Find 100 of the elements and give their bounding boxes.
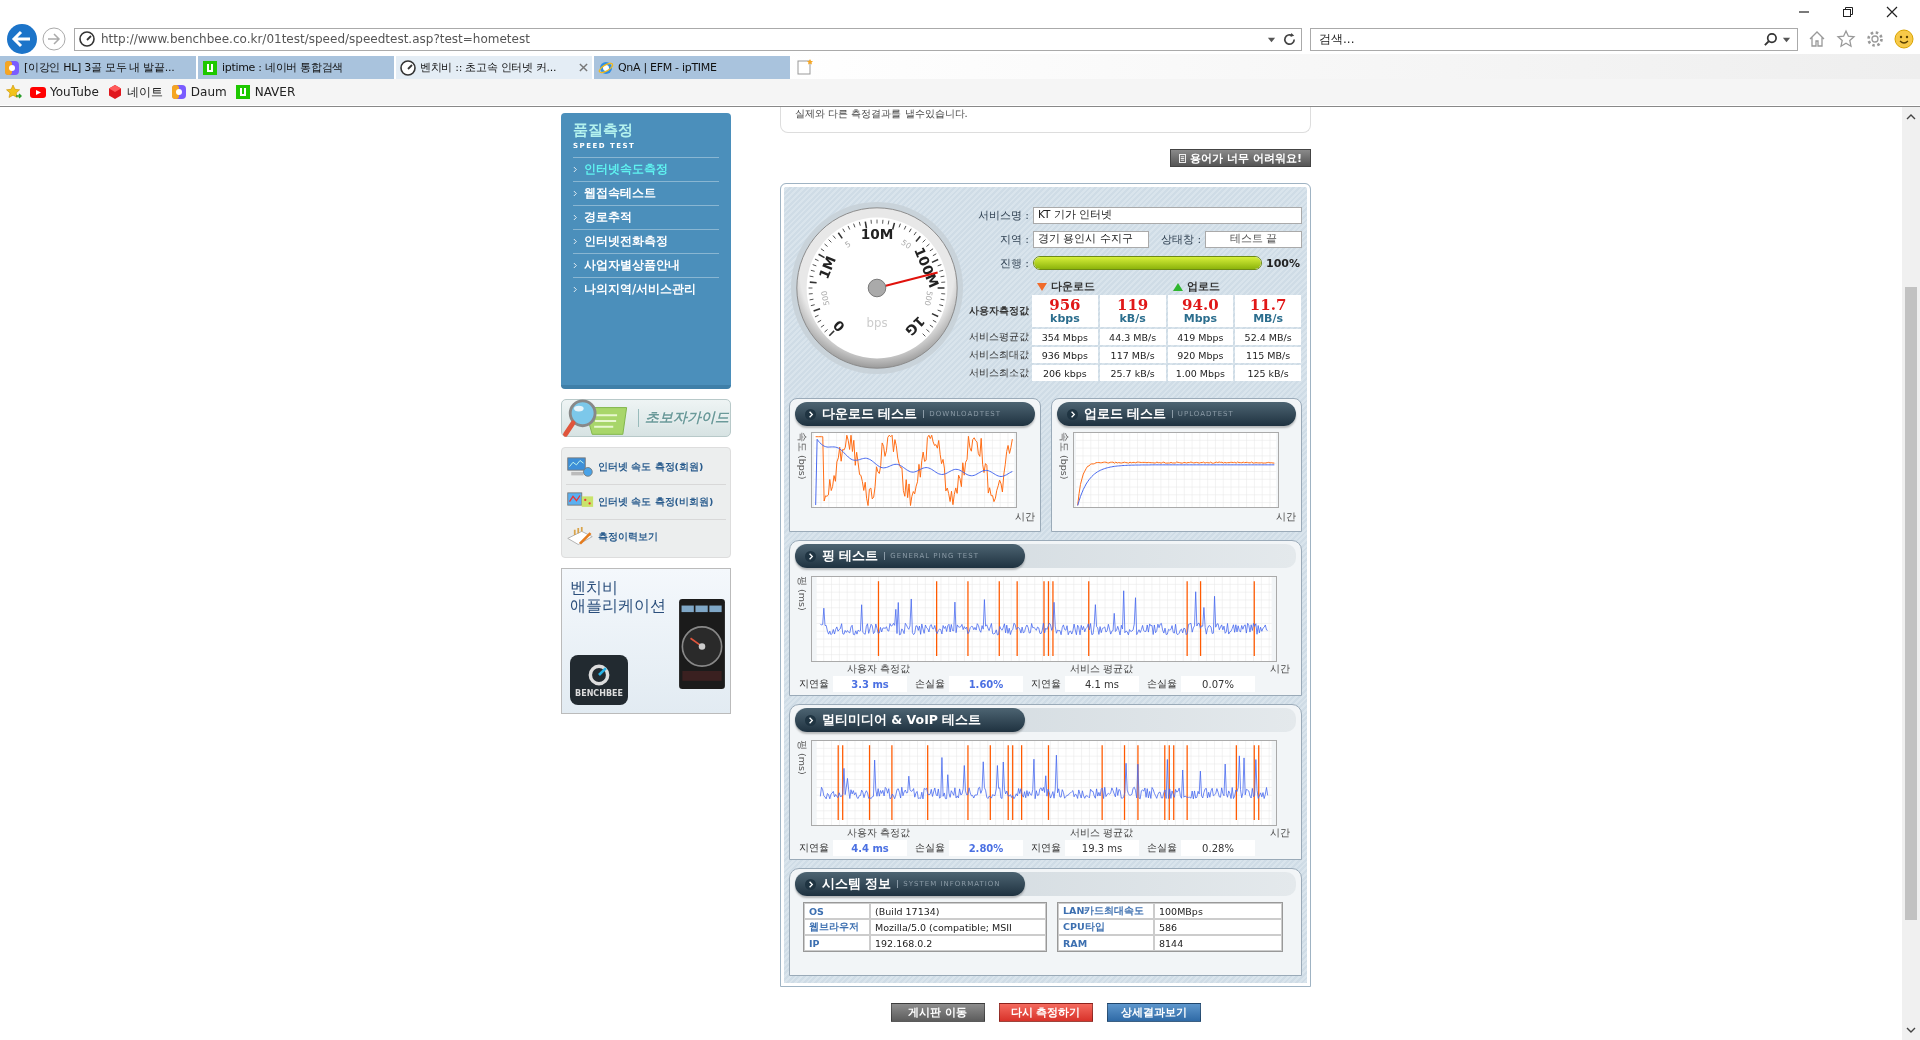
table-cell: 936 Mbps: [1032, 347, 1098, 363]
browser-tab[interactable]: 벤치비 :: 초고속 인터넷 커...: [396, 56, 594, 79]
status-field: 테스트 끝: [1205, 230, 1302, 248]
action-button[interactable]: 다시 측정하기: [998, 1003, 1093, 1022]
scrollbar[interactable]: [1902, 107, 1920, 1040]
stat-label: 지연율: [798, 841, 830, 855]
guide-link[interactable]: 인터넷 속도 측정(비회원): [566, 485, 726, 520]
favorite-link[interactable]: 네이트: [106, 83, 163, 101]
menu-item[interactable]: 사업자별상품안내: [573, 253, 719, 277]
favorite-link[interactable]: Daum: [170, 84, 227, 100]
download-heading: 다운로드: [1031, 280, 1167, 294]
favorites-star-icon[interactable]: [6, 84, 22, 100]
globe-icon: [598, 59, 614, 76]
chevron-icon: [573, 286, 578, 293]
menu-item[interactable]: 인터넷전화측정: [573, 229, 719, 253]
chevron-icon: [573, 166, 578, 173]
url-text: http://www.benchbee.co.kr/01test/speed/speedtest.asp?test=hometest: [101, 32, 531, 46]
action-button[interactable]: 게시판 이동: [890, 1003, 985, 1022]
stat-label: 손실율: [1146, 677, 1178, 691]
browser-tab[interactable]: QnA | EFM - ipTIME: [594, 56, 792, 79]
stat-value: 4.1 ms: [1065, 676, 1139, 692]
stat-label: 손실율: [914, 841, 946, 855]
axis-label: 시간: [1270, 826, 1290, 839]
stat-label: 지연율: [1030, 677, 1062, 691]
info-label: RAM: [1058, 935, 1154, 951]
group-label: 사용자 측정값: [847, 662, 911, 675]
upload-heading: 업로드: [1166, 280, 1302, 294]
group-label: 서비스 평균값: [1070, 826, 1134, 839]
info-label: IP: [804, 935, 870, 951]
field-label: 진행 :: [998, 255, 1029, 271]
close-icon[interactable]: [1886, 6, 1898, 18]
row-label: 서비스최소값: [969, 365, 1030, 380]
gauge-icon: [400, 59, 416, 76]
table-cell: 11.7 MB/s: [1235, 295, 1301, 327]
chevron-icon: [1066, 408, 1078, 420]
row-label: 서비스최대값: [969, 347, 1030, 362]
star-icon[interactable]: [1836, 29, 1856, 49]
favorite-link[interactable]: YouTube: [30, 84, 99, 100]
table-cell: 117 MB/s: [1099, 347, 1166, 363]
chevron-icon: [805, 408, 816, 420]
scroll-thumb[interactable]: [1905, 287, 1917, 920]
action-button[interactable]: 상세결과보기: [1106, 1003, 1201, 1022]
table-cell: 119 kB/s: [1099, 295, 1166, 327]
info-value: 192.168.0.2: [870, 935, 1046, 951]
stat-value: 3.3 ms: [833, 676, 907, 692]
region-field: 경기 용인시 수지구: [1033, 230, 1149, 248]
help-button[interactable]: 용어가 너무 어려워요!: [1170, 149, 1311, 167]
menu-item[interactable]: 웹접속테스트: [573, 181, 719, 205]
chevron-icon: [805, 550, 816, 562]
smiley-icon[interactable]: [1894, 29, 1914, 49]
app-banner[interactable]: 벤치비 애플리케이션 BENCHBEE: [561, 568, 731, 714]
table-cell: 354 Mbps: [1032, 329, 1098, 345]
daum-icon: [4, 59, 20, 76]
naver-icon: [234, 84, 251, 100]
restore-icon[interactable]: [1842, 6, 1854, 18]
field-label: 상태창 :: [1160, 231, 1202, 247]
home-icon[interactable]: [1807, 29, 1827, 49]
search-bar[interactable]: 검색...: [1310, 27, 1798, 51]
daum-icon: [170, 84, 187, 100]
back-button[interactable]: [6, 23, 38, 55]
table-cell: 125 kB/s: [1235, 365, 1301, 381]
section-title: 멀티미디어 & VoIP 테스트: [822, 711, 982, 729]
menu-item[interactable]: 나의지역/서비스관리: [573, 277, 719, 301]
browser-tab[interactable]: iptime : 네이버 통합검색: [198, 56, 396, 79]
field-label: 서비스명 :: [976, 207, 1029, 223]
settings-icon[interactable]: [1865, 29, 1885, 49]
axis-label: 시간: [1276, 510, 1296, 524]
table-cell: 920 Mbps: [1167, 347, 1234, 363]
naver-icon: [202, 59, 218, 76]
address-bar[interactable]: http://www.benchbee.co.kr/01test/speed/speedtest.asp?test=hometest: [74, 27, 1302, 51]
menu-title: 품질측정: [573, 121, 634, 140]
table-cell: 52.4 MB/s: [1235, 329, 1301, 345]
info-value: (Build 17134): [870, 903, 1046, 919]
refresh-icon[interactable]: [1282, 31, 1297, 47]
row-label: 사용자측정값: [969, 303, 1030, 318]
table-cell: 419 Mbps: [1167, 329, 1234, 345]
up-triangle-icon: [1172, 283, 1183, 291]
favorite-link[interactable]: NAVER: [234, 84, 296, 100]
info-value: Mozilla/5.0 (compatible; MSII: [870, 919, 1046, 935]
info-label: OS: [804, 903, 870, 919]
table-cell: 25.7 kB/s: [1099, 365, 1166, 381]
browser-tab[interactable]: [이강인 HL] 3골 모두 내 발끝...: [0, 56, 198, 79]
axis-label: 시간: [1270, 662, 1290, 675]
row-label: 서비스평균값: [969, 329, 1030, 344]
table-cell: 94.0 Mbps: [1167, 295, 1234, 327]
stat-value: 0.28%: [1181, 840, 1255, 856]
cube-icon: [106, 84, 123, 100]
notice-text: 실제와 다른 측정결과를 낼수있습니다.: [795, 108, 968, 119]
app-icon: BENCHBEE: [570, 655, 628, 705]
info-value: 586: [1154, 919, 1282, 935]
menu-item[interactable]: 경로추적: [573, 205, 719, 229]
field-label: 지역 :: [998, 231, 1029, 247]
guide-link[interactable]: 측정이력보기: [566, 520, 726, 555]
guide-link[interactable]: 인터넷 속도 측정(회원): [566, 450, 726, 485]
axis-label: 속도 (bps): [796, 432, 808, 480]
table-cell: 206 kbps: [1032, 365, 1098, 381]
info-value: 100MBps: [1154, 903, 1282, 919]
search-icon[interactable]: [1763, 31, 1778, 47]
play-icon: [30, 84, 46, 100]
info-label: LAN카드최대속도: [1058, 903, 1154, 919]
